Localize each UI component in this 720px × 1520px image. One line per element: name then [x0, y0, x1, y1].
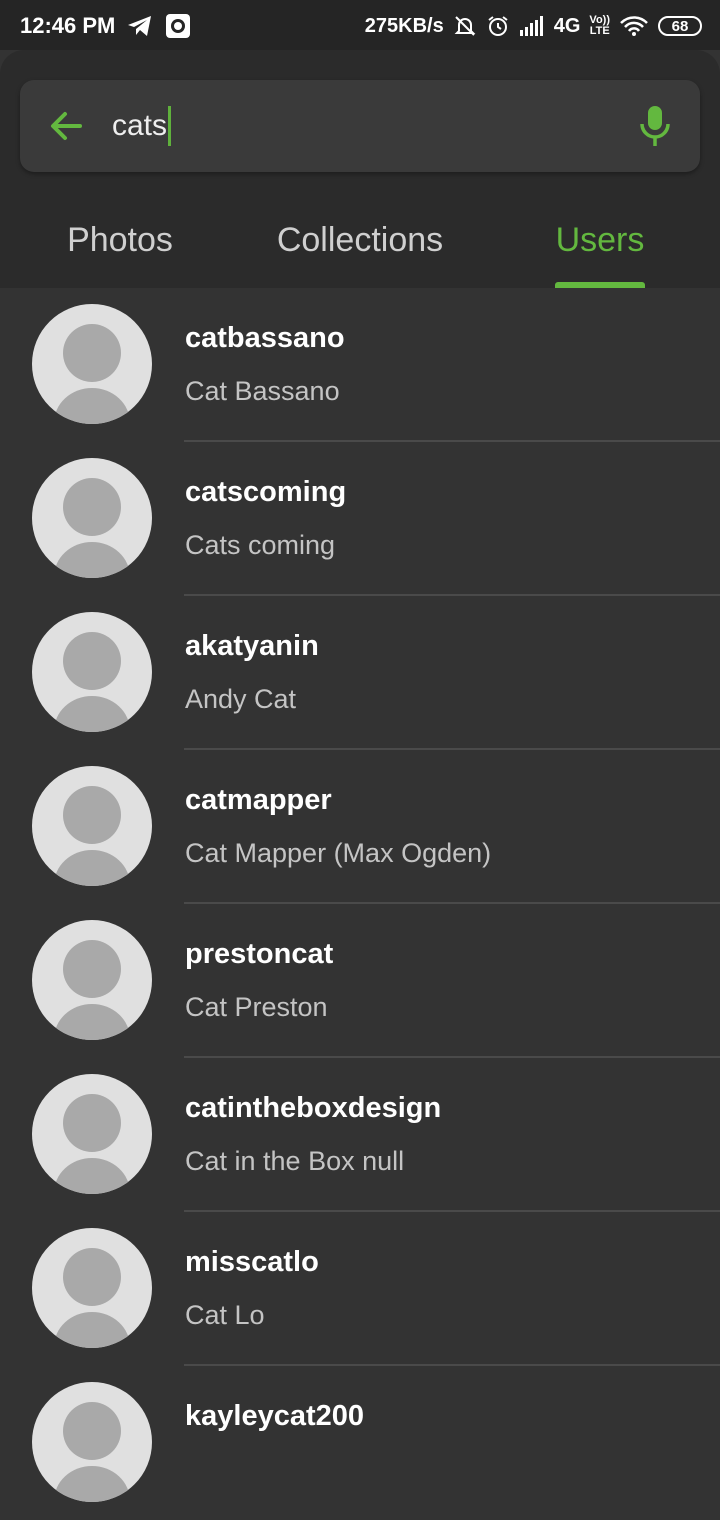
status-bar: 12:46 PM 275KB/s 4G Vo)) LTE 68 — [0, 0, 720, 50]
user-full-name: Cat Bassano — [185, 376, 340, 406]
arrow-left-icon[interactable] — [46, 106, 86, 146]
avatar-placeholder-icon — [32, 1228, 152, 1348]
tab-photos[interactable]: Photos — [40, 200, 200, 288]
user-username: prestoncat — [185, 938, 334, 970]
text-caret — [168, 106, 172, 146]
avatar-placeholder-icon — [32, 304, 152, 424]
tab-collections[interactable]: Collections — [250, 200, 470, 288]
search-input[interactable]: cats — [112, 102, 172, 150]
avatar-placeholder-icon — [32, 920, 152, 1040]
wifi-icon — [619, 15, 649, 37]
status-right: 275KB/s 4G Vo)) LTE 68 — [365, 11, 702, 41]
user-full-name: Cat Mapper (Max Ogden) — [185, 838, 492, 868]
battery-level: 68 — [671, 17, 689, 35]
user-list-item[interactable]: kayleycat200 — [0, 1366, 720, 1520]
network-type: 4G — [553, 14, 581, 37]
search-query: cats — [112, 109, 168, 142]
user-list-item[interactable]: misscatlo Cat Lo — [0, 1212, 720, 1366]
avatar-placeholder-icon — [32, 458, 152, 578]
user-full-name: Cat Preston — [185, 992, 328, 1022]
volte-bottom: LTE — [589, 25, 610, 37]
network-speed: 275KB/s — [364, 14, 444, 37]
user-full-name: Cat Lo — [185, 1300, 265, 1330]
volte-indicator: Vo)) LTE — [589, 15, 610, 37]
user-username: catbassano — [185, 322, 345, 354]
user-username: kayleycat200 — [185, 1400, 364, 1432]
user-username: catmapper — [185, 784, 332, 816]
avatar-placeholder-icon — [32, 766, 152, 886]
microphone-icon[interactable] — [638, 104, 672, 148]
user-full-name: Andy Cat — [185, 684, 297, 714]
user-full-name: Cat in the Box null — [185, 1146, 405, 1176]
battery-icon: 68 — [658, 16, 702, 36]
status-time: 12:46 PM — [20, 13, 116, 38]
search-tabs: Photos Collections Users — [0, 200, 720, 288]
user-list-item[interactable]: catscoming Cats coming — [0, 442, 720, 596]
tab-users[interactable]: Users — [530, 200, 670, 288]
user-list-item[interactable]: catbassano Cat Bassano — [0, 288, 720, 442]
signal-icon — [519, 16, 545, 36]
avatar-placeholder-icon — [32, 612, 152, 732]
camera-icon — [165, 13, 191, 39]
user-username: akatyanin — [185, 630, 319, 662]
user-username: catscoming — [185, 476, 347, 508]
user-username: catintheboxdesign — [185, 1092, 442, 1124]
search-header: cats Photos Collections Users — [0, 50, 720, 288]
user-list-item[interactable]: catintheboxdesign Cat in the Box null — [0, 1058, 720, 1212]
avatar-placeholder-icon — [32, 1382, 152, 1502]
alarm-icon — [486, 14, 510, 38]
user-list: catbassano Cat Bassano catscoming Cats c… — [0, 288, 720, 1520]
user-list-item[interactable]: akatyanin Andy Cat — [0, 596, 720, 750]
status-left: 12:46 PM — [20, 11, 191, 41]
user-list-item[interactable]: prestoncat Cat Preston — [0, 904, 720, 1058]
user-full-name: Cats coming — [185, 530, 336, 560]
user-list-item[interactable]: catmapper Cat Mapper (Max Ogden) — [0, 750, 720, 904]
telegram-icon — [127, 15, 153, 37]
search-bar: cats — [20, 80, 700, 172]
avatar-placeholder-icon — [32, 1074, 152, 1194]
user-username: misscatlo — [185, 1246, 319, 1278]
mute-bell-icon — [453, 14, 477, 38]
